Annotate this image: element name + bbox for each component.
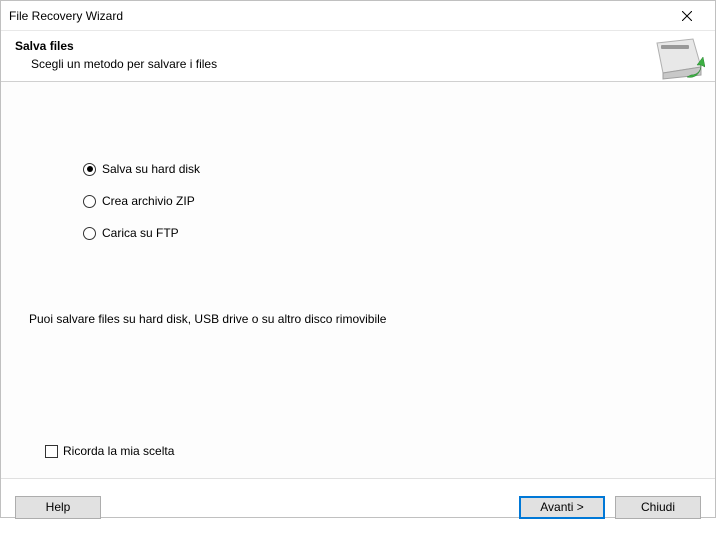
close-button[interactable]: Chiudi [615, 496, 701, 519]
wizard-header: Salva files Scegli un metodo per salvare… [1, 31, 715, 81]
save-method-options: Salva su hard disk Crea archivio ZIP Car… [1, 82, 715, 240]
page-subtitle: Scegli un metodo per salvare i files [15, 57, 701, 71]
radio-icon [83, 195, 96, 208]
radio-icon [83, 227, 96, 240]
window-title: File Recovery Wizard [9, 9, 123, 23]
wizard-content: Salva su hard disk Crea archivio ZIP Car… [1, 81, 715, 479]
radio-label: Salva su hard disk [102, 162, 200, 176]
radio-create-zip[interactable]: Crea archivio ZIP [83, 194, 715, 208]
remember-choice-checkbox[interactable]: Ricorda la mia scelta [45, 444, 174, 458]
radio-icon [83, 163, 96, 176]
radio-save-hard-disk[interactable]: Salva su hard disk [83, 162, 715, 176]
hard-drive-save-icon [653, 37, 705, 81]
checkbox-label: Ricorda la mia scelta [63, 444, 174, 458]
wizard-footer: Help Avanti > Chiudi [1, 479, 715, 535]
next-button[interactable]: Avanti > [519, 496, 605, 519]
help-button[interactable]: Help [15, 496, 101, 519]
titlebar: File Recovery Wizard [1, 1, 715, 31]
checkbox-icon [45, 445, 58, 458]
radio-upload-ftp[interactable]: Carica su FTP [83, 226, 715, 240]
radio-label: Crea archivio ZIP [102, 194, 195, 208]
close-icon[interactable] [667, 2, 707, 30]
page-title: Salva files [15, 39, 701, 53]
option-description: Puoi salvare files su hard disk, USB dri… [29, 312, 386, 326]
radio-label: Carica su FTP [102, 226, 179, 240]
